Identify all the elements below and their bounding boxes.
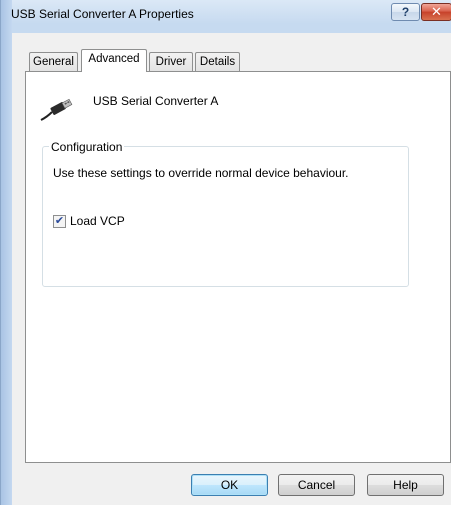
help-button[interactable]: Help (367, 474, 444, 496)
title-help-button[interactable]: ? (391, 3, 420, 21)
device-name: USB Serial Converter A (93, 94, 219, 108)
load-vcp-checkbox[interactable]: ✔ (53, 215, 66, 228)
properties-window: USB Serial Converter A Properties ? ✕ Ge… (0, 0, 451, 505)
ok-button[interactable]: OK (191, 474, 268, 496)
title-close-button[interactable]: ✕ (421, 3, 451, 21)
usb-connector-icon (40, 98, 73, 121)
configuration-group-label: Configuration (49, 140, 125, 154)
window-title: USB Serial Converter A Properties (11, 7, 194, 21)
checkmark-icon: ✔ (54, 215, 65, 227)
tab-driver[interactable]: Driver (149, 52, 193, 71)
cancel-button[interactable]: Cancel (278, 474, 355, 496)
load-vcp-label[interactable]: Load VCP (70, 214, 125, 228)
tab-advanced[interactable]: Advanced (81, 49, 147, 72)
window-left-border (1, 0, 12, 505)
tab-details[interactable]: Details (195, 52, 240, 71)
configuration-description: Use these settings to override normal de… (53, 166, 349, 180)
tab-general[interactable]: General (29, 52, 78, 71)
